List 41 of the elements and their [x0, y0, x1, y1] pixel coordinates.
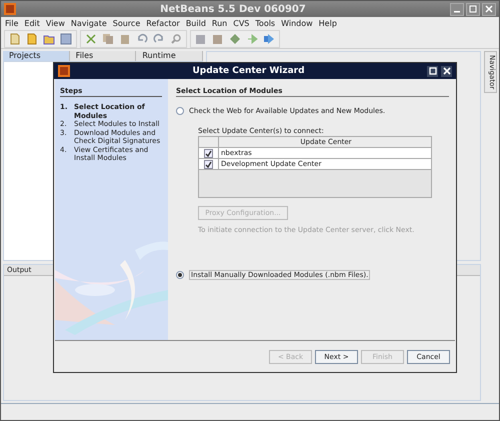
panel-tab[interactable]: Projects [3, 51, 70, 61]
save-icon[interactable] [60, 32, 72, 44]
window-title: NetBeans 5.5 Dev 060907 [159, 4, 307, 14]
menu-item[interactable]: Edit [24, 18, 40, 28]
menu-item[interactable]: Source [112, 18, 140, 28]
build-icon[interactable] [195, 32, 207, 44]
radio-button[interactable] [176, 271, 184, 279]
menu-item[interactable]: Help [318, 18, 337, 28]
folder-icon[interactable] [43, 32, 55, 44]
clean-build-icon[interactable] [212, 32, 224, 44]
menu-item[interactable]: Run [212, 18, 228, 28]
minimize-button[interactable] [450, 2, 464, 16]
dialog-title: Update Center Wizard [191, 66, 306, 76]
close-icon [485, 5, 493, 13]
menu-item[interactable]: File [5, 18, 18, 28]
new-file-icon[interactable] [9, 32, 21, 44]
app-icon [4, 3, 16, 15]
undo-icon[interactable] [136, 32, 148, 44]
radio-button[interactable] [176, 107, 184, 115]
run-icon[interactable] [229, 32, 241, 44]
debug-icon[interactable] [246, 32, 258, 44]
search-icon[interactable] [170, 32, 182, 44]
copy-icon[interactable] [102, 32, 114, 44]
close-icon [442, 67, 450, 75]
maximize-icon [428, 67, 436, 75]
menu-item[interactable]: Navigate [70, 18, 107, 28]
app-icon [58, 65, 70, 77]
checkbox[interactable] [204, 160, 213, 168]
cut-icon[interactable] [85, 32, 97, 44]
menu-item[interactable]: Refactor [146, 18, 180, 28]
checkbox[interactable] [204, 148, 213, 158]
menu-item[interactable]: Window [281, 18, 313, 28]
menu-item[interactable]: Tools [255, 18, 276, 28]
menu-item[interactable]: Build [186, 18, 206, 28]
menu-item[interactable]: CVS [233, 18, 250, 28]
menu-item[interactable]: View [46, 18, 65, 28]
maximize-icon [469, 5, 477, 13]
redo-icon[interactable] [153, 32, 165, 44]
profile-icon[interactable] [263, 32, 275, 44]
new-project-icon[interactable] [26, 32, 38, 44]
paste-icon[interactable] [119, 32, 131, 44]
